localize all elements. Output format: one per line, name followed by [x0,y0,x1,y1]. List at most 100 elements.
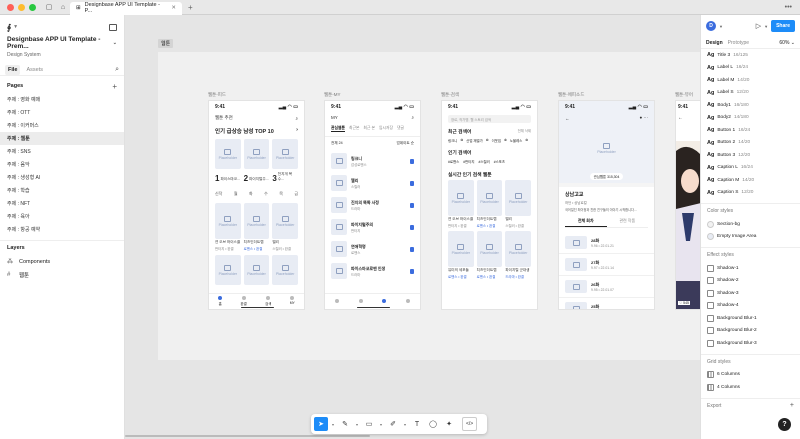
search-icon[interactable]: ⌕ [411,115,414,120]
rank-thumbnail[interactable]: Placeholder [243,139,270,169]
popular-tag[interactable]: #판타지 [463,159,474,164]
frame-tool-icon[interactable]: ▭ [362,417,376,431]
page-item[interactable]: 주제 : 항공 예약 [0,223,124,236]
search-icon[interactable]: ⌕ [295,116,298,121]
screen-label-my[interactable]: 웹툰-MY [324,92,341,98]
list-item[interactable]: 진지의 똑똑 사정 드라마 [325,194,420,216]
design-canvas[interactable]: 웹툰 웹툰-피드 9:41 ▂▄ ◠ ▭ 웹툰 추천 ⌕ 인기 급상승 남성 TOP… [125,15,700,439]
chevron-down-icon[interactable]: ▾ [402,422,408,427]
remove-tag-icon[interactable]: ⊗ [486,138,489,143]
sort-dropdown[interactable]: 업데이트 순 [396,141,414,146]
screen-my[interactable]: 9:41 ▂▄ ◠ ▭ MY ⌕ 관심웹툰 최근본 최근 본 임시저장 댓글 전체 … [324,100,421,310]
color-style-item[interactable]: Empty Image Area [701,231,800,244]
back-arrow-icon[interactable]: ← [565,116,570,121]
webtoon-thumbnail[interactable]: Placeholder [476,231,503,267]
search-icon[interactable] [382,298,387,303]
recent-tag[interactable]: 링크니 [448,138,457,143]
webtoon-thumbnail[interactable]: Placeholder [215,203,241,239]
page-item[interactable]: 주제 : 생성형 AI [0,171,124,184]
chevron-down-icon[interactable]: ▼ [13,24,18,30]
tab-all-episodes[interactable]: 전체 회차 [565,218,607,227]
pen-tool-icon[interactable]: ✎ [338,417,352,431]
tab-favorite[interactable]: 관심웹툰 [331,126,345,132]
webtoon-thumbnail[interactable]: Placeholder [448,231,474,267]
day-tab[interactable]: 화 [249,191,253,197]
book-icon[interactable] [358,298,363,303]
more-icon[interactable]: ••• [785,4,792,11]
effect-style-item[interactable]: Background Blur-1 [701,312,800,325]
file-title[interactable]: Designbase APP UI Template - Prem... ⌄ [0,33,124,50]
nav-home[interactable]: 홈 [218,295,223,306]
list-item[interactable]: 링크니 감성로맨스 [325,150,420,172]
chevron-down-icon[interactable]: ▼ [719,24,723,29]
nav-my[interactable]: MY [290,296,295,305]
webtoon-thumbnail[interactable]: Placeholder [215,255,241,285]
tab-design[interactable]: Design [706,40,723,46]
remove-tag-icon[interactable]: ⊗ [504,138,507,143]
day-tab[interactable]: 수 [264,191,268,197]
webtoon-thumbnail[interactable]: Placeholder [272,203,299,239]
episode-row[interactable]: 28화 9.96 • 22.01.21 [559,232,654,254]
effect-style-item[interactable]: Shadow-3 [701,287,800,300]
tab-file[interactable]: File [5,64,21,75]
screen-episode[interactable]: 9:41 ▂▄ ◠ ▭ ← ● ⋯ Placeholder 관심웹툰 315,304… [558,100,655,310]
bookmark-icon[interactable] [410,180,414,186]
list-item[interactable]: 파이지털주의 판타지 [325,216,420,238]
effect-style-item[interactable]: Background Blur-3 [701,337,800,350]
text-tool-icon[interactable]: T [410,417,424,431]
maximize-window-button[interactable] [29,3,36,11]
text-style-item[interactable]: Ag Caption L 16/24 [701,162,800,175]
search-icon[interactable]: ⌕ [115,66,119,74]
tab-recent[interactable]: 최근본 [349,126,359,132]
day-tab[interactable]: 신작 [215,191,222,197]
share-button[interactable]: Share [771,20,795,32]
screen-feed[interactable]: 9:41 ▂▄ ◠ ▭ 웹툰 추천 ⌕ 인기 급상승 남성 TOP 10 › Plac… [208,100,305,310]
nav-search[interactable]: 검색 [265,295,271,306]
frame-label[interactable]: 웹툰 [158,39,174,48]
text-style-item[interactable]: Ag Body2 14/180 [701,112,800,125]
chevron-down-icon[interactable]: ▾ [378,422,384,427]
bookmark-icon[interactable] [410,246,414,252]
effect-style-item[interactable]: Shadow-1 [701,262,800,275]
grid-style-item[interactable]: 4 Columns [701,381,800,394]
tab-draft[interactable]: 임시저장 [379,126,393,132]
clear-all-button[interactable]: 전체 삭제 [518,128,531,135]
horizontal-scrollbar[interactable] [125,435,370,437]
chevron-right-icon[interactable]: › [296,127,298,135]
rank-thumbnail[interactable]: Placeholder [215,139,241,169]
screen-label-viewer[interactable]: 웹툰-뷰어 [675,92,693,98]
close-tab-icon[interactable]: ✕ [171,5,176,11]
tab-recent-2[interactable]: 최근 본 [363,126,375,132]
chevron-down-icon[interactable]: ▾ [330,422,336,427]
layout-toggle-icon[interactable] [109,23,117,31]
avatar[interactable]: D [706,21,716,31]
bookmark-icon[interactable] [410,224,414,230]
zoom-dropdown[interactable]: 60% ⌄ [779,40,795,46]
text-style-item[interactable]: Ag Button 3 12/20 [701,149,800,162]
webtoon-thumbnail[interactable]: Placeholder [448,180,474,216]
recent-tag[interactable]: 산업 재벌가 [466,138,483,143]
bookmark-icon[interactable] [410,202,414,208]
text-style-item[interactable]: Ag Label L 16/24 [701,62,800,75]
minimize-window-button[interactable] [18,3,25,11]
bell-icon[interactable]: ● ⋯ [640,115,648,121]
page-item[interactable]: 주제 : 학습 [0,184,124,197]
ai-tool-icon[interactable]: ✦ [442,417,456,431]
day-tab[interactable]: 목 [279,191,283,197]
text-style-item[interactable]: Ag Label S 12/20 [701,87,800,100]
text-style-item[interactable]: Ag Caption M 14/20 [701,174,800,187]
file-tab[interactable]: ⊞ Designbase APP UI Template - P... ✕ [70,1,182,15]
effect-style-item[interactable]: Shadow-2 [701,275,800,288]
chevron-down-icon[interactable]: ⌄ [113,40,117,46]
page-item[interactable]: 주제 : NFT [0,197,124,210]
webtoon-thumbnail[interactable]: Placeholder [476,180,503,216]
page-item[interactable]: 주제 : 이커머스 [0,119,124,132]
day-tab[interactable]: 월 [234,191,238,197]
screen-label-search[interactable]: 웹툰-검색 [441,92,459,98]
screen-search[interactable]: 9:41 ▂▄ ◠ ▭ 장르, 작가명, 웹 스토리 검색 최근 검색어 전체 삭제… [441,100,538,310]
popular-tag[interactable]: #스릴러 [479,159,490,164]
comment-tool-icon[interactable]: ◯ [426,417,440,431]
home-icon[interactable] [334,298,339,303]
tab-prototype[interactable]: Prototype [728,40,749,46]
sidebar-toggle-icon[interactable]: ▢ [42,0,56,15]
